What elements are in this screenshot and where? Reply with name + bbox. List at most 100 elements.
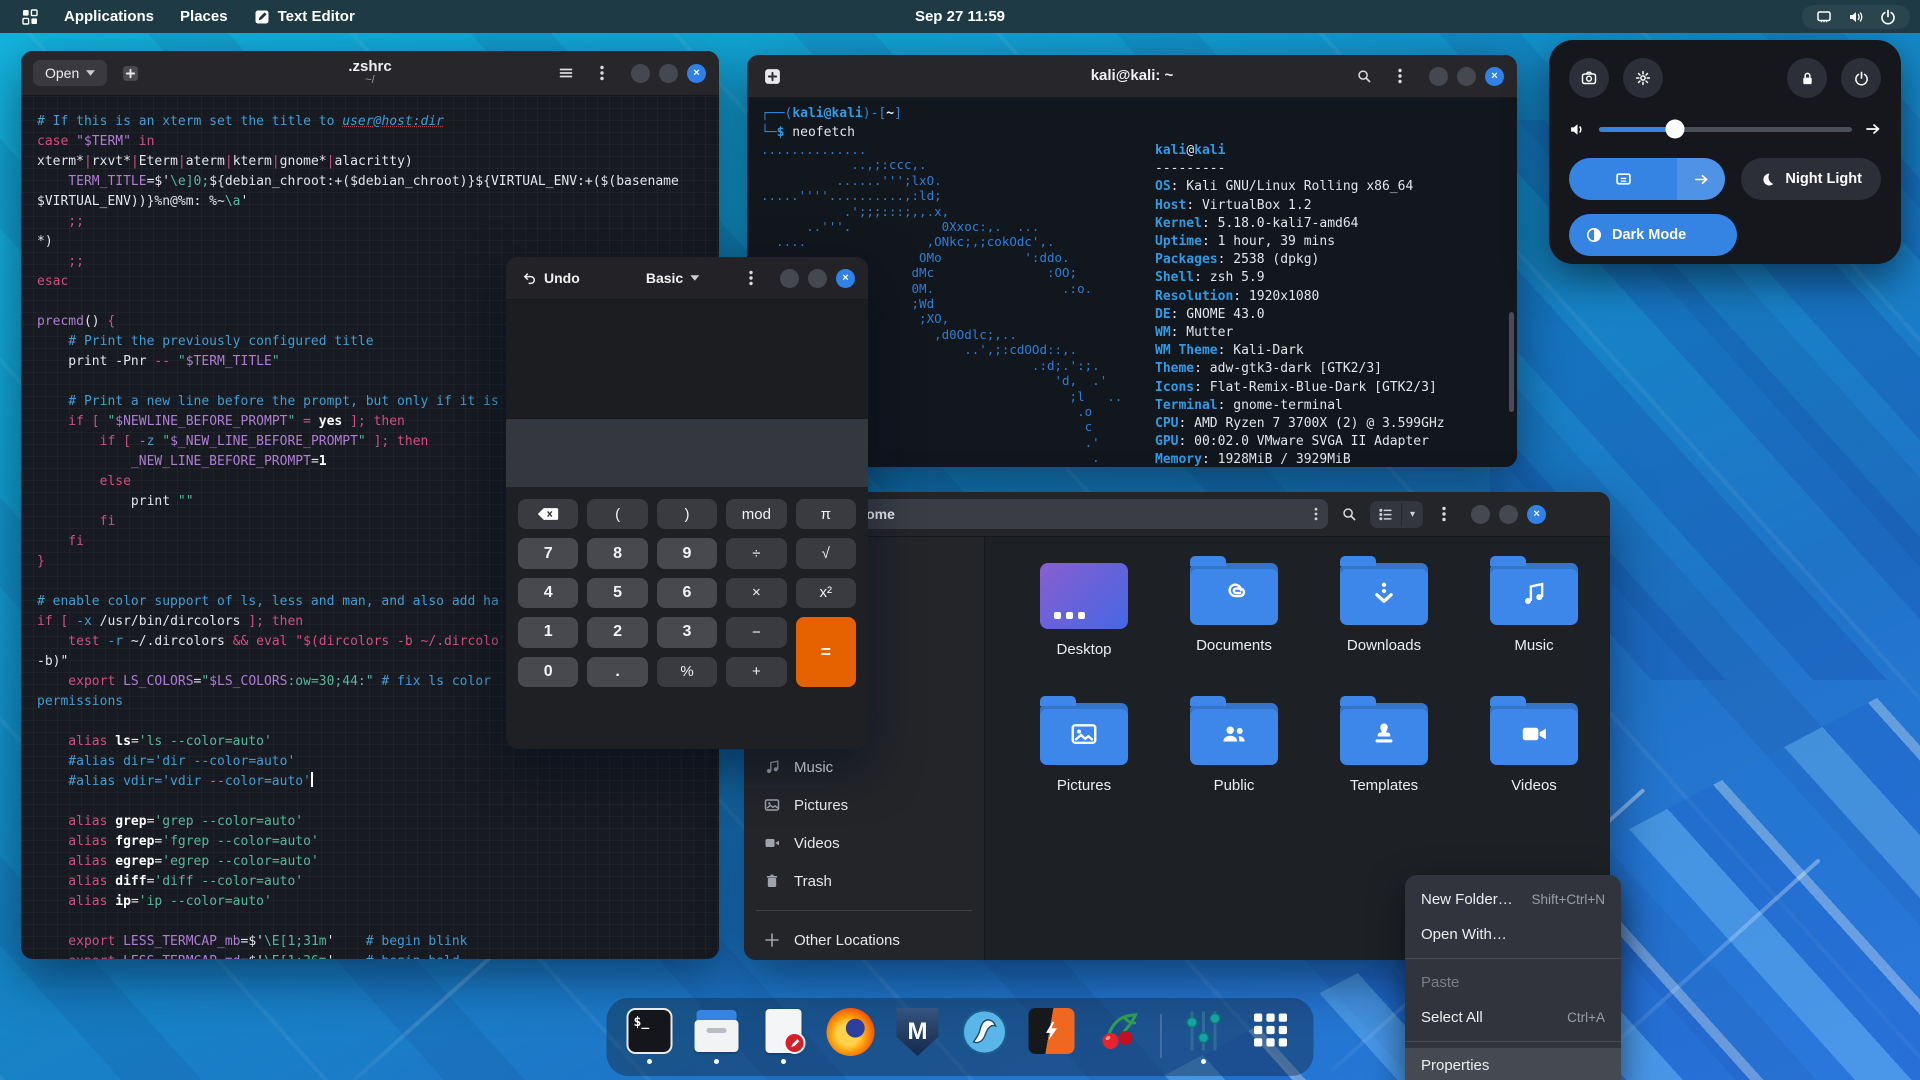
calc-key-=[interactable]: = [795, 617, 856, 687]
kebab-menu-icon[interactable] [589, 60, 615, 86]
calc-key-)[interactable]: ) [656, 499, 718, 530]
power-button[interactable] [1841, 58, 1881, 98]
menu-places[interactable]: Places [180, 8, 228, 25]
path-kebab-icon[interactable] [1314, 507, 1318, 521]
new-tab-icon[interactable] [117, 60, 143, 86]
sidebar-item-videos[interactable]: Videos [752, 824, 976, 862]
dock-item-burp-suite[interactable] [1027, 1008, 1077, 1064]
sidebar-item-music[interactable]: Music [752, 748, 976, 786]
volume-slider-knob[interactable] [1665, 119, 1685, 139]
terminal-scrollbar[interactable] [1509, 312, 1514, 412]
calc-key-backspace[interactable] [518, 499, 579, 530]
context-menu-item-select-all[interactable]: Select All Ctrl+A [1405, 1000, 1621, 1035]
calc-key-2[interactable]: 2 [587, 617, 648, 648]
calc-key-×[interactable]: × [726, 577, 787, 609]
dock-item-text-editor[interactable] [759, 1008, 809, 1064]
minimize-button[interactable] [1471, 504, 1491, 524]
calc-key-1[interactable]: 1 [518, 617, 579, 648]
calc-key-8[interactable]: 8 [587, 538, 648, 569]
minimize-button[interactable] [780, 268, 799, 288]
folder-label: Videos [1511, 777, 1557, 794]
kebab-menu-icon[interactable] [1431, 501, 1457, 527]
calc-key-4[interactable]: 4 [518, 577, 579, 609]
dock-item-cherrytree[interactable] [1094, 1008, 1144, 1064]
calc-key-6[interactable]: 6 [656, 577, 718, 609]
maximize-button[interactable] [808, 268, 827, 288]
terminal-new-tab-icon[interactable] [759, 63, 785, 89]
folder-pictures[interactable]: Pictures [1009, 696, 1159, 843]
screenshot-button[interactable] [1569, 58, 1609, 98]
calc-key-.[interactable]: . [587, 656, 648, 687]
undo-button[interactable]: Undo [522, 270, 580, 286]
menu-active-app[interactable]: Text Editor [254, 8, 355, 25]
volume-slider[interactable] [1599, 119, 1852, 139]
calc-key-%[interactable]: % [656, 656, 718, 687]
calc-key-mod[interactable]: mod [726, 499, 787, 530]
mode-selector[interactable]: Basic [646, 270, 700, 286]
calc-key-√[interactable]: √ [795, 538, 856, 569]
close-button[interactable]: × [1485, 66, 1504, 86]
kebab-menu-icon[interactable] [1387, 63, 1413, 89]
folder-desktop[interactable]: Desktop [1009, 563, 1159, 703]
dock-item-wireshark[interactable] [960, 1008, 1010, 1064]
maximize-button[interactable] [1457, 66, 1476, 86]
search-icon[interactable] [1336, 501, 1362, 527]
close-button[interactable]: × [687, 63, 706, 83]
activities-grid-icon[interactable] [22, 8, 38, 25]
open-document-button[interactable]: Open [33, 60, 108, 86]
dark-mode-toggle[interactable]: Dark Mode [1569, 214, 1737, 256]
view-toggle-button[interactable]: ▾ [1370, 500, 1424, 528]
maximize-button[interactable] [1499, 504, 1519, 524]
path-bar[interactable]: Home [822, 499, 1328, 529]
search-icon[interactable] [1351, 63, 1377, 89]
night-light-toggle[interactable]: Night Light [1741, 158, 1881, 200]
sidebar-item-pictures[interactable]: Pictures [752, 786, 976, 824]
settings-gear-button[interactable] [1623, 58, 1663, 98]
dock-item-file-manager[interactable] [692, 1008, 742, 1064]
list-view-icon[interactable] [1370, 501, 1401, 528]
dock-item-settings[interactable] [1179, 1008, 1229, 1064]
kebab-menu-icon[interactable] [738, 265, 764, 291]
system-tray[interactable] [1802, 4, 1910, 29]
clock[interactable]: Sep 27 11:59 [915, 8, 1005, 25]
close-button[interactable]: × [1527, 504, 1547, 524]
close-button[interactable]: × [836, 268, 855, 288]
dock-item-firefox[interactable] [826, 1008, 876, 1064]
folder-templates[interactable]: Templates [1309, 696, 1459, 843]
sidebar-item-other-locations[interactable]: Other Locations [752, 921, 976, 959]
minimize-button[interactable] [1429, 66, 1448, 86]
menu-applications[interactable]: Applications [64, 8, 154, 25]
folder-music[interactable]: Music [1459, 556, 1609, 703]
context-menu-item-new-folder[interactable]: New Folder… Shift+Ctrl+N [1405, 882, 1621, 917]
context-menu-item-open-with[interactable]: Open With… [1405, 917, 1621, 952]
hamburger-menu-icon[interactable] [553, 60, 579, 86]
dock-item-metasploit[interactable]: M [893, 1008, 943, 1064]
view-options-dropdown[interactable]: ▾ [1401, 502, 1423, 526]
dock-item-terminal[interactable]: $_ [625, 1008, 675, 1064]
calc-key-+[interactable]: + [726, 656, 787, 687]
calc-key-x²[interactable]: x² [795, 577, 856, 609]
minimize-button[interactable] [631, 63, 650, 83]
maximize-button[interactable] [659, 63, 678, 83]
network-expand-arrow[interactable] [1677, 158, 1726, 200]
calc-key-([interactable]: ( [587, 499, 648, 530]
calc-key-0[interactable]: 0 [518, 656, 579, 687]
lock-button[interactable] [1787, 58, 1827, 98]
folder-public[interactable]: Public [1159, 696, 1309, 843]
folder-videos[interactable]: Videos [1459, 696, 1609, 843]
calc-key-÷[interactable]: ÷ [726, 538, 787, 569]
audio-output-arrow-icon[interactable] [1865, 121, 1881, 137]
folder-documents[interactable]: Documents [1159, 556, 1309, 703]
sidebar-item-trash[interactable]: Trash [752, 862, 976, 900]
calc-key-7[interactable]: 7 [518, 538, 579, 569]
folder-downloads[interactable]: Downloads [1309, 556, 1459, 703]
dock-item-app-grid[interactable] [1246, 1008, 1296, 1064]
calc-key-−[interactable]: − [726, 617, 787, 648]
calc-key-3[interactable]: 3 [656, 617, 718, 648]
network-toggle[interactable] [1569, 158, 1726, 200]
context-menu-item-properties[interactable]: Properties [1405, 1048, 1621, 1080]
calc-key-π[interactable]: π [795, 499, 856, 530]
calc-key-9[interactable]: 9 [656, 538, 718, 569]
calc-key-5[interactable]: 5 [587, 577, 648, 609]
